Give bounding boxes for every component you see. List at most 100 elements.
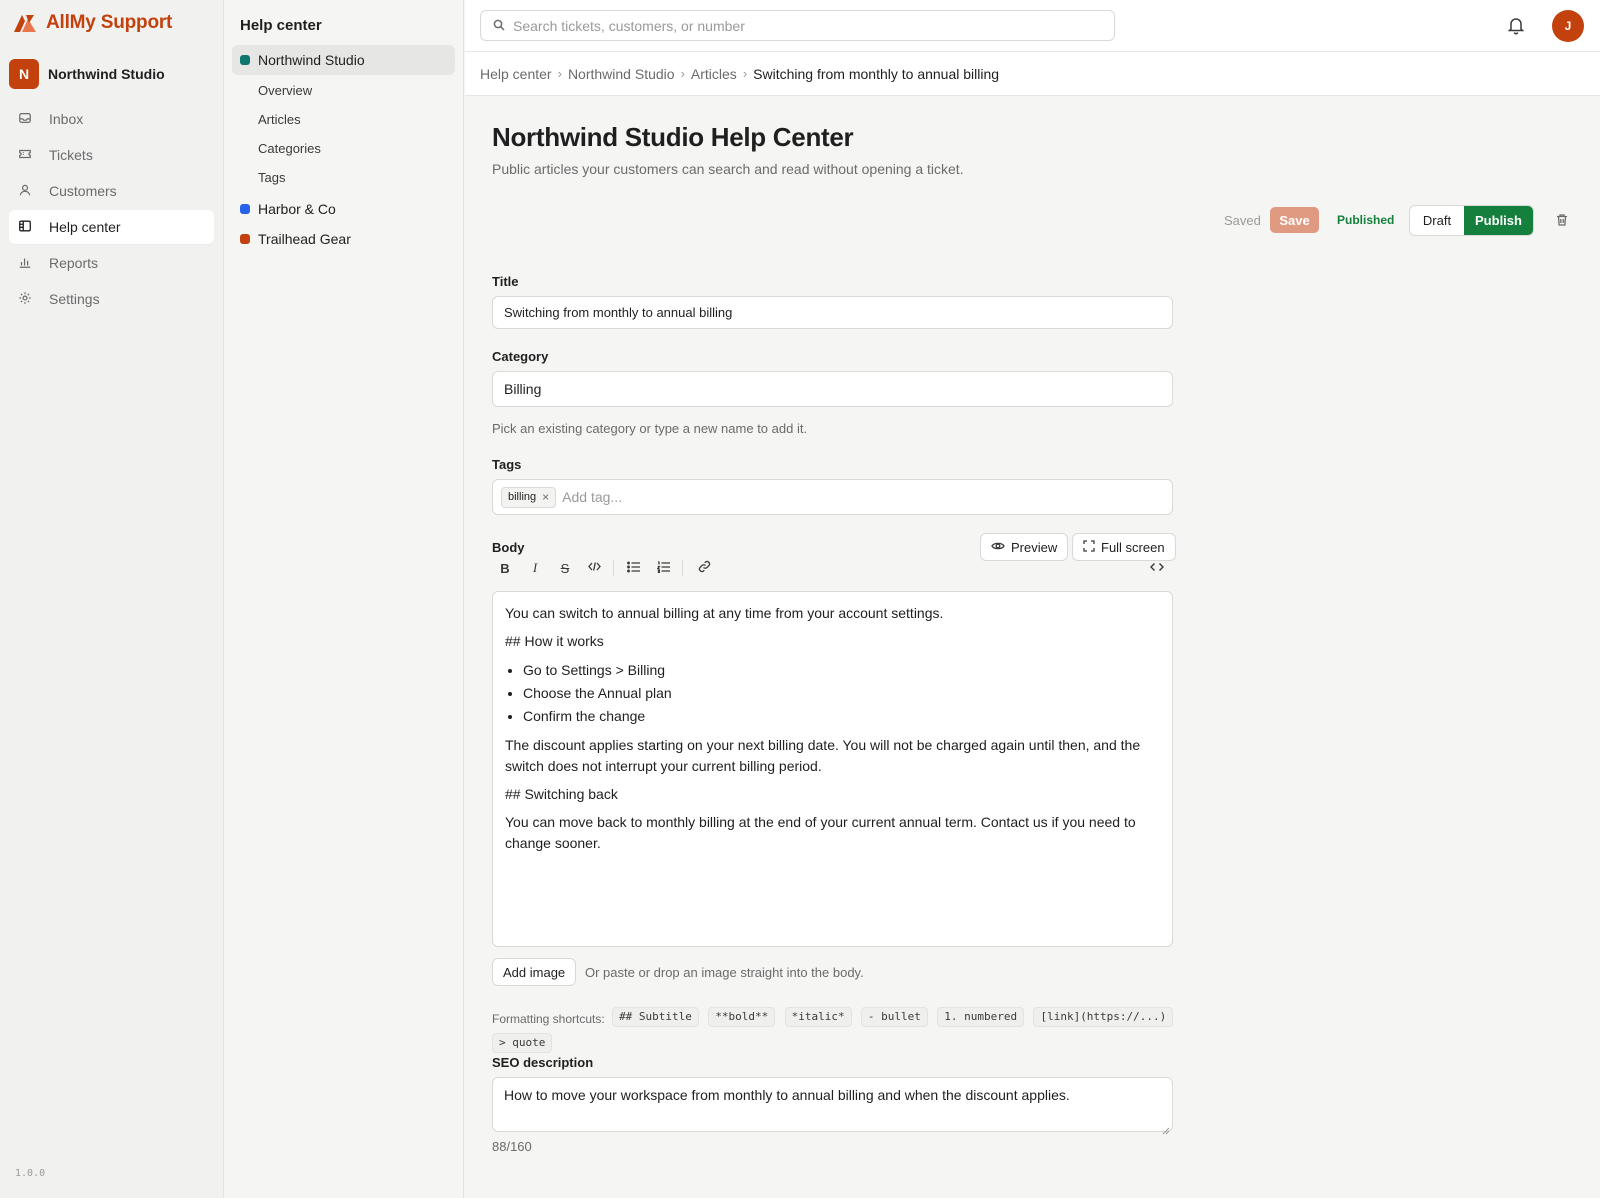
category-input[interactable] [504, 381, 1172, 397]
numbered-list-icon [656, 560, 671, 576]
preview-label: Preview [1011, 539, 1058, 555]
brand[interactable]: AllMy Support [12, 10, 172, 36]
italic-button[interactable]: I [522, 554, 548, 582]
top-bar: J [465, 0, 1600, 52]
fullscreen-label: Full screen [1101, 539, 1165, 555]
add-image-button[interactable]: Add image [492, 958, 577, 986]
body-paragraph: The discount applies starting on your ne… [505, 737, 1141, 774]
numbered-list-button[interactable] [651, 554, 677, 582]
save-button[interactable]: Save [1270, 207, 1319, 233]
category-field[interactable] [492, 371, 1173, 407]
subnav-link-articles[interactable]: Articles [258, 112, 301, 127]
formatting-toolbar: B I S [492, 554, 1173, 582]
site-item-northwind-studio[interactable]: Northwind Studio [232, 45, 455, 75]
site-label: Harbor & Co [258, 201, 336, 217]
breadcrumb-help-center[interactable]: Help center [480, 66, 552, 82]
eye-icon [991, 539, 1005, 556]
nav-item-help-center[interactable]: Help center [9, 210, 214, 244]
user-avatar[interactable]: J [1552, 10, 1584, 42]
page-title: Northwind Studio Help Center [492, 122, 854, 152]
breadcrumb-northwind-studio[interactable]: Northwind Studio [568, 66, 675, 82]
seo-label: SEO description [492, 1055, 594, 1070]
tags-field[interactable]: billing × [492, 479, 1173, 515]
app-version: 1.0.0 [15, 1168, 46, 1179]
search-input[interactable] [513, 11, 1093, 40]
title-field[interactable] [492, 296, 1173, 329]
subnav-link-overview[interactable]: Overview [258, 83, 312, 98]
remove-tag-close-icon[interactable]: × [542, 490, 549, 504]
breadcrumb-articles[interactable]: Articles [691, 66, 737, 82]
bullet-list-button[interactable] [621, 554, 647, 582]
body-list-item: Choose the Annual plan [523, 682, 1160, 705]
gear-icon [18, 291, 32, 308]
tag-input[interactable] [562, 489, 1172, 505]
shortcut-chip: 1. numbered [937, 1007, 1025, 1027]
bar-chart-icon [18, 255, 32, 272]
insert-link-button[interactable] [691, 554, 717, 582]
delete-trash-icon[interactable] [1555, 213, 1569, 227]
shortcut-chip: [link](https://...) [1033, 1007, 1174, 1027]
site-label: Northwind Studio [258, 52, 365, 68]
workspace-switcher[interactable]: N Northwind Studio [9, 59, 165, 89]
title-input[interactable] [504, 305, 1172, 320]
search-box[interactable] [480, 10, 1115, 41]
site-item-trailhead-gear[interactable]: Trailhead Gear [232, 224, 455, 254]
body-bullet-list: Go to Settings > Billing Choose the Annu… [523, 659, 1160, 728]
link-icon [698, 560, 711, 576]
breadcrumb-separator: › [557, 66, 562, 81]
search-icon [493, 18, 505, 34]
user-icon [18, 183, 32, 200]
primary-nav: Inbox Tickets Customers Help center Repo… [9, 102, 214, 318]
bold-button[interactable]: B [492, 554, 518, 582]
add-image-hint: Or paste or drop an image straight into … [585, 965, 864, 980]
book-icon [18, 219, 32, 236]
notifications-bell-icon[interactable] [1506, 15, 1526, 35]
site-item-harbor-co[interactable]: Harbor & Co [232, 194, 455, 224]
shortcut-chip: > quote [492, 1033, 553, 1053]
resize-handle-icon[interactable] [1162, 1121, 1170, 1135]
draft-button[interactable]: Draft [1410, 206, 1464, 235]
inline-code-button[interactable] [581, 554, 607, 582]
body-editor[interactable]: You can switch to annual billing at any … [492, 591, 1173, 947]
site-color-dot [240, 204, 250, 214]
tags-label: Tags [492, 457, 522, 472]
formatting-shortcuts: Formatting shortcuts: ## Subtitle **bold… [492, 1007, 1192, 1059]
body-list-item: Confirm the change [523, 705, 1160, 728]
ticket-icon [18, 147, 32, 164]
code-icon [587, 560, 601, 576]
publish-button[interactable]: Publish [1464, 206, 1533, 235]
seo-description-textarea[interactable]: How to move your workspace from monthly … [492, 1077, 1173, 1135]
help-center-sidebar: Help center Northwind Studio Overview Ar… [224, 0, 464, 1198]
nav-item-label: Settings [49, 291, 100, 307]
shortcuts-label: Formatting shortcuts: [492, 1012, 605, 1027]
subnav-title: Help center [240, 17, 322, 34]
nav-item-label: Customers [49, 183, 117, 199]
nav-item-inbox[interactable]: Inbox [9, 102, 214, 136]
nav-item-customers[interactable]: Customers [9, 174, 214, 208]
nav-item-tickets[interactable]: Tickets [9, 138, 214, 172]
workspace-name: Northwind Studio [48, 66, 165, 82]
breadcrumb-current-article: Switching from monthly to annual billing [753, 65, 1000, 82]
shortcut-chip: - bullet [860, 1007, 928, 1027]
status-toggle: Draft Publish [1409, 205, 1534, 236]
publish-status-badge: Published [1337, 213, 1395, 227]
body-label: Body [492, 540, 525, 555]
subnav-link-tags[interactable]: Tags [258, 170, 285, 185]
expand-icon [1083, 539, 1095, 555]
nav-item-settings[interactable]: Settings [9, 282, 214, 316]
strikethrough-button[interactable]: S [552, 554, 578, 582]
category-hint: Pick an existing category or type a new … [492, 421, 808, 436]
nav-item-label: Help center [49, 219, 121, 235]
site-color-dot [240, 55, 250, 65]
title-label: Title [492, 274, 519, 289]
subnav-link-categories[interactable]: Categories [258, 141, 321, 156]
logo-icon [12, 12, 38, 34]
page-subtitle: Public articles your customers can searc… [492, 161, 964, 177]
nav-item-reports[interactable]: Reports [9, 246, 214, 280]
body-heading: ## Switching back [505, 786, 618, 802]
primary-sidebar: AllMy Support N Northwind Studio Inbox T… [0, 0, 224, 1198]
code-brackets-icon [1150, 561, 1164, 576]
breadcrumb-separator: › [742, 66, 748, 81]
source-code-toggle-button[interactable] [1144, 554, 1170, 582]
tag-chip: billing × [501, 486, 557, 508]
